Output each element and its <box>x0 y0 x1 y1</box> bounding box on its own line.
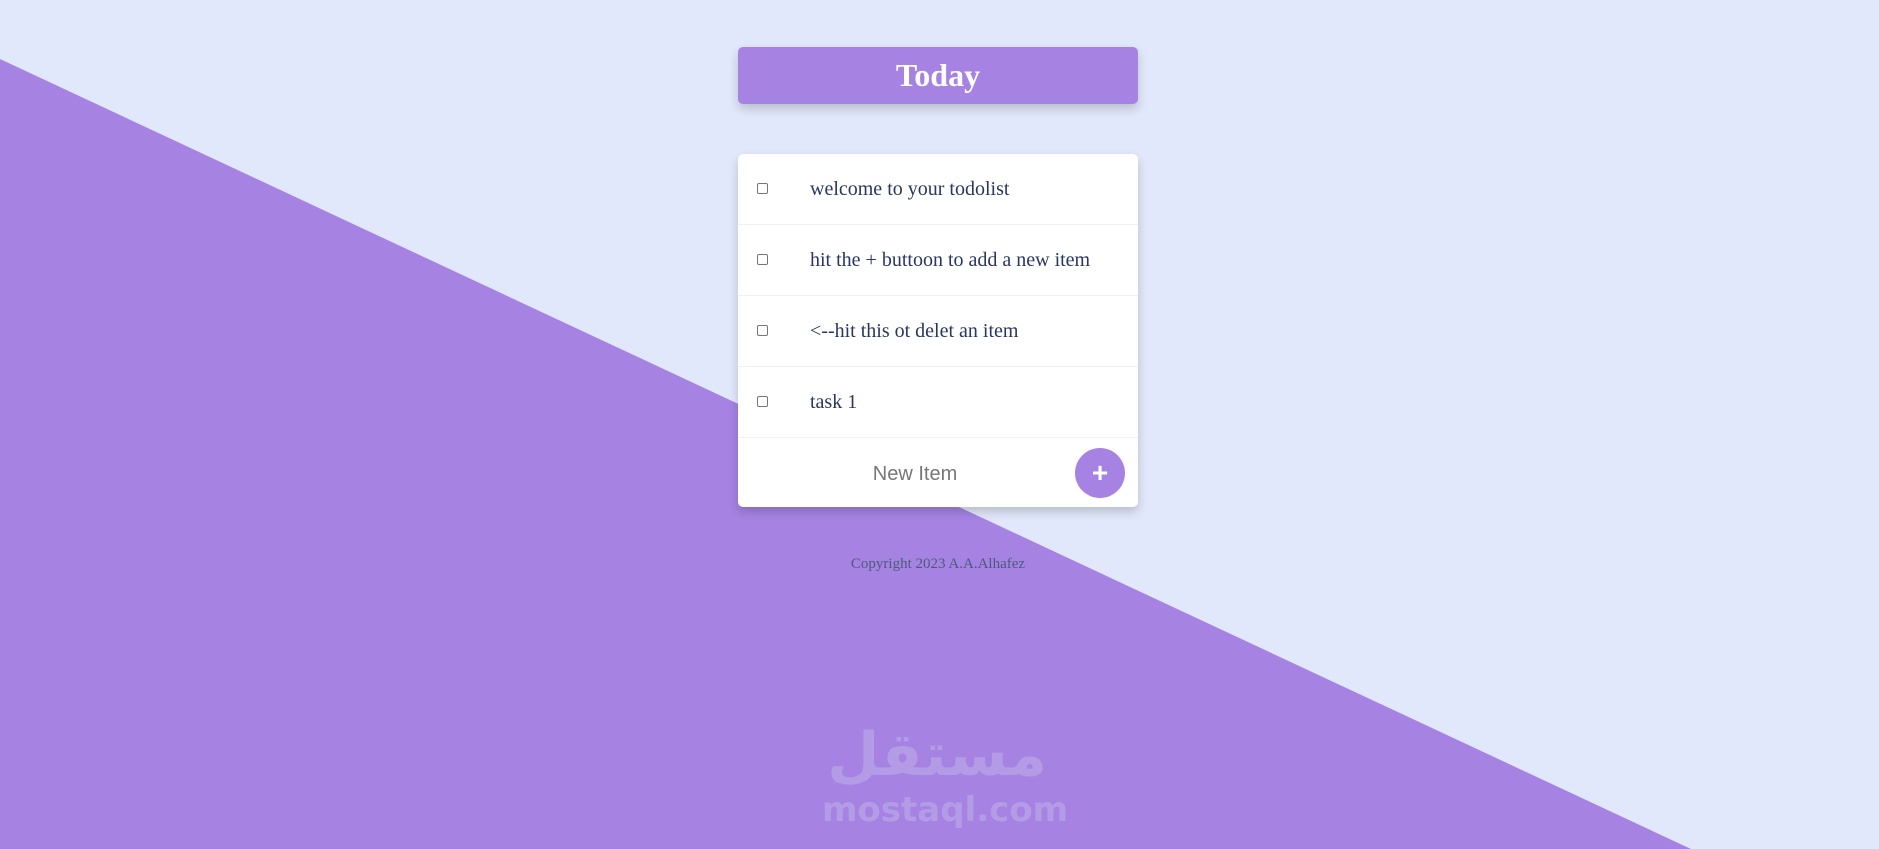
watermark-arabic-text: مستقل <box>827 720 1047 790</box>
item-label: hit the + buttoon to add a new item <box>810 249 1091 271</box>
watermark-logo: مستقل mostaql.com <box>822 720 1069 832</box>
page-title: Today <box>895 57 981 93</box>
item-checkbox[interactable] <box>757 325 768 336</box>
list-item: <--hit this ot delet an item <box>738 296 1138 367</box>
watermark-latin-text: mostaql.com <box>822 790 1069 830</box>
heading-box: Today <box>738 47 1138 104</box>
new-item-input[interactable] <box>768 448 1062 500</box>
add-item-button[interactable]: + <box>1075 448 1125 498</box>
footer-copyright: Copyright 2023 A.A.Alhafez <box>850 556 1026 572</box>
item-checkbox[interactable] <box>757 254 768 265</box>
item-label: task 1 <box>810 391 858 413</box>
list-item: welcome to your todolist <box>738 154 1138 225</box>
item-checkbox[interactable] <box>757 183 768 194</box>
item-label: <--hit this ot delet an item <box>810 320 1019 342</box>
list-item: task 1 <box>738 367 1138 438</box>
new-item-form: + <box>738 438 1138 507</box>
item-label: welcome to your todolist <box>810 178 1010 200</box>
item-checkbox[interactable] <box>757 396 768 407</box>
list-item: hit the + buttoon to add a new item <box>738 225 1138 296</box>
todo-card: welcome to your todolist hit the + butto… <box>738 154 1138 507</box>
